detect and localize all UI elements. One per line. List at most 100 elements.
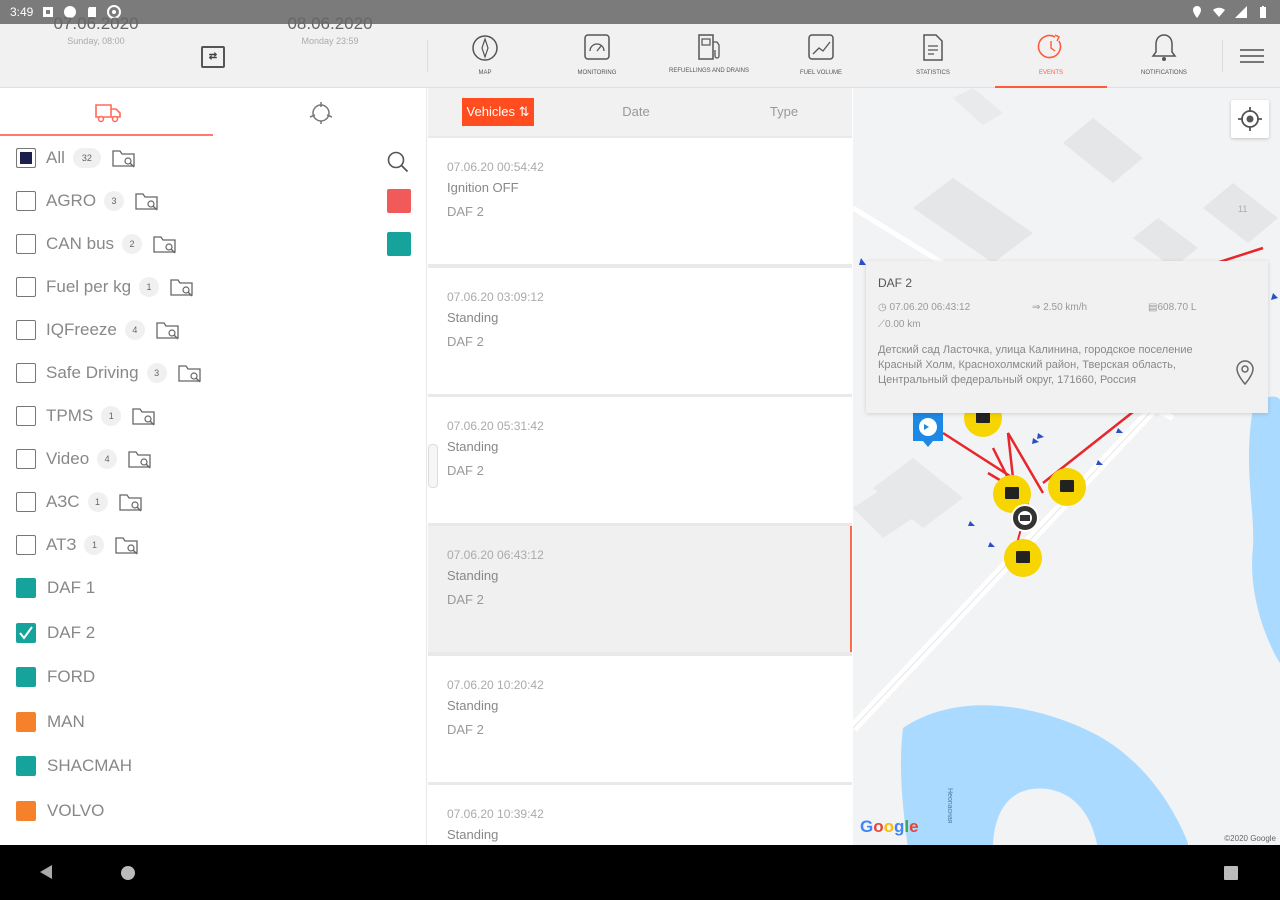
group-color-swatch[interactable] xyxy=(387,188,411,213)
filter-type-button[interactable]: Type xyxy=(752,98,816,126)
tab-vehicles[interactable] xyxy=(0,88,213,136)
group-row[interactable]: AGRO 3 xyxy=(0,179,427,222)
folder-search-icon[interactable] xyxy=(118,491,144,513)
swap-dates-button[interactable]: ⇄ xyxy=(201,46,225,68)
group-color-swatch[interactable] xyxy=(387,231,411,256)
folder-search-icon[interactable] xyxy=(111,147,137,169)
group-checkbox[interactable] xyxy=(16,448,36,469)
date-from-picker[interactable]: 07.06.2020 Sunday, 08:00 xyxy=(16,14,176,46)
clock-small-icon: ◷ xyxy=(878,302,887,313)
filter-vehicles-button[interactable]: Vehicles ⇅ xyxy=(462,98,534,126)
group-count: 1 xyxy=(84,534,105,555)
vehicle-row[interactable]: DAF 2 xyxy=(0,611,427,656)
clock-icon xyxy=(1037,34,1062,59)
folder-search-icon[interactable] xyxy=(169,276,195,298)
vehicle-color-square[interactable] xyxy=(16,578,36,599)
event-vehicle: DAF 2 xyxy=(447,592,484,607)
filter-date-button[interactable]: Date xyxy=(604,98,668,126)
group-checkbox[interactable] xyxy=(16,405,36,426)
speed-icon: ⇒ xyxy=(1032,302,1041,313)
stop-marker[interactable] xyxy=(1004,539,1042,577)
date-to-picker[interactable]: 08.06.2020 Monday 23:59 xyxy=(250,14,410,46)
tab-refuellings[interactable]: REFUELLINGS AND DRAINS xyxy=(653,24,765,88)
event-vehicle: DAF 2 xyxy=(447,334,484,349)
group-row[interactable]: АЗС 1 xyxy=(0,480,427,523)
group-checkbox[interactable] xyxy=(16,147,36,168)
group-row[interactable]: CAN bus 2 xyxy=(0,222,427,265)
stop-marker[interactable] xyxy=(1048,468,1086,506)
tab-notifications[interactable]: NOTIFICATIONS xyxy=(1108,24,1220,88)
event-item[interactable]: 07.06.20 03:09:12 Standing DAF 2 xyxy=(428,268,852,394)
back-icon[interactable] xyxy=(40,865,52,879)
folder-search-icon[interactable] xyxy=(127,448,153,470)
start-pin[interactable] xyxy=(913,413,943,447)
event-item[interactable]: 07.06.20 00:54:42 Ignition OFF DAF 2 xyxy=(428,138,852,264)
group-checkbox[interactable] xyxy=(16,276,36,297)
folder-search-icon[interactable] xyxy=(134,190,160,212)
tab-fuel-volume[interactable]: FUEL VOLUME xyxy=(765,24,877,88)
group-checkbox[interactable] xyxy=(16,534,36,555)
recents-icon[interactable] xyxy=(1224,866,1238,880)
group-row[interactable]: Video 4 xyxy=(0,437,427,480)
my-location-button[interactable] xyxy=(1231,100,1269,138)
group-row[interactable]: Fuel per kg 1 xyxy=(0,265,427,308)
group-checkbox[interactable] xyxy=(16,319,36,340)
tab-fuel-volume-label: FUEL VOLUME xyxy=(799,70,843,76)
map-canvas[interactable] xyxy=(853,88,1280,845)
group-checkbox[interactable] xyxy=(16,190,36,211)
folder-search-icon[interactable] xyxy=(177,362,203,384)
group-checkbox[interactable] xyxy=(16,362,36,383)
vehicle-color-square[interactable] xyxy=(16,756,36,777)
vehicle-row[interactable]: VOLVO xyxy=(0,789,427,834)
vehicle-color-square[interactable] xyxy=(16,711,36,732)
vehicle-marker[interactable] xyxy=(1011,504,1039,532)
event-time: 07.06.20 06:43:12 xyxy=(447,548,544,562)
folder-search-icon[interactable] xyxy=(152,233,178,255)
group-row[interactable]: TPMS 1 xyxy=(0,394,427,437)
tab-statistics[interactable]: STATISTICS xyxy=(877,24,989,88)
vehicle-name: SHACMAH xyxy=(47,756,133,776)
home-icon[interactable] xyxy=(121,866,135,880)
group-count: 1 xyxy=(139,276,160,297)
group-name: TPMS xyxy=(46,405,94,425)
folder-search-icon[interactable] xyxy=(131,405,157,427)
vehicle-row[interactable]: MAN xyxy=(0,700,427,745)
folder-search-icon[interactable] xyxy=(155,319,181,341)
date-to-value: 08.06.2020 xyxy=(287,14,373,33)
panel-resize-handle[interactable] xyxy=(428,444,438,488)
event-item[interactable]: 07.06.20 10:39:42 Standing xyxy=(428,785,852,845)
tab-monitoring-label: MONITORING xyxy=(577,70,617,76)
wifi-icon xyxy=(1213,7,1225,17)
popup-speed: ⇒ 2.50 km/h xyxy=(1032,302,1087,313)
tab-map[interactable]: MAP xyxy=(429,24,541,88)
vehicle-color-square[interactable] xyxy=(16,667,36,688)
date-to-subtitle: Monday 23:59 xyxy=(301,36,359,46)
group-name: IQFreeze xyxy=(46,319,117,339)
tab-drivers[interactable] xyxy=(213,88,426,136)
group-row[interactable]: Safe Driving 3 xyxy=(0,351,427,394)
checked-checkbox-icon[interactable] xyxy=(16,622,36,643)
popup-fuel-value: 608.70 L xyxy=(1157,302,1197,313)
group-checkbox[interactable] xyxy=(16,233,36,254)
event-item[interactable]: 07.06.20 05:31:42 Standing DAF 2 xyxy=(428,397,852,523)
group-count: 4 xyxy=(97,448,118,469)
vehicle-row[interactable]: DAF 1 xyxy=(0,566,427,611)
map-pin-icon[interactable] xyxy=(1234,359,1256,387)
bell-icon xyxy=(1151,34,1177,61)
map-view[interactable]: DAF 2 ◷ 07.06.20 06:43:12 ⇒ 2.50 km/h ▤6… xyxy=(853,88,1280,845)
event-kind: Standing xyxy=(447,568,499,583)
group-checkbox[interactable] xyxy=(16,491,36,512)
folder-search-icon[interactable] xyxy=(114,534,140,556)
tab-events[interactable]: EVENTS xyxy=(995,24,1107,88)
hamburger-menu-button[interactable] xyxy=(1240,46,1264,66)
group-row[interactable]: АТЗ 1 xyxy=(0,523,427,566)
group-row[interactable]: IQFreeze 4 xyxy=(0,308,427,351)
gauge-icon xyxy=(584,34,610,60)
vehicle-color-square[interactable] xyxy=(16,800,36,821)
vehicle-row[interactable]: FORD xyxy=(0,655,427,700)
tab-monitoring[interactable]: MONITORING xyxy=(541,24,653,88)
vehicle-row[interactable]: SHACMAH xyxy=(0,744,427,789)
event-item-selected[interactable]: 07.06.20 06:43:12 Standing DAF 2 xyxy=(428,526,852,652)
group-row[interactable]: All 32 xyxy=(0,136,427,179)
event-item[interactable]: 07.06.20 10:20:42 Standing DAF 2 xyxy=(428,656,852,782)
